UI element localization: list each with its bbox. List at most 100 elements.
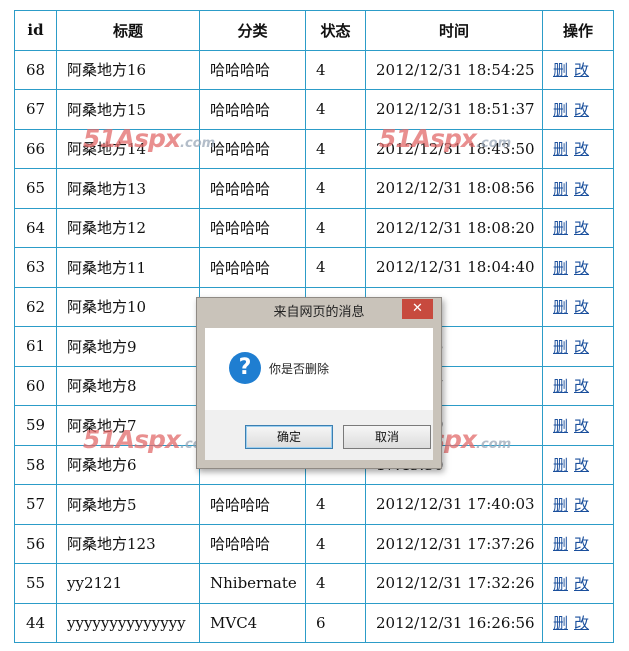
cell-title: 阿桑地方6	[56, 444, 200, 485]
cell-title: 阿桑地方11	[56, 247, 200, 288]
delete-link[interactable]: 删	[553, 101, 568, 119]
cell-status: 4	[305, 128, 366, 169]
cell-title: 阿桑地方15	[56, 89, 200, 130]
cell-id: 67	[14, 89, 57, 130]
delete-link[interactable]: 删	[553, 417, 568, 435]
delete-link[interactable]: 删	[553, 259, 568, 277]
column-header-title: 标题	[56, 10, 200, 51]
cell-ops: 删改	[542, 523, 614, 564]
dialog-message: 你是否删除	[269, 362, 330, 376]
table-row: 63 阿桑地方11 哈哈哈哈 4 2012/12/31 18:04:40 删改	[14, 247, 614, 288]
table-row: 44 yyyyyyyyyyyyyy MVC4 6 2012/12/31 16:26:56…	[14, 602, 614, 643]
cell-category: 哈哈哈哈	[199, 168, 306, 209]
delete-link[interactable]: 删	[553, 377, 568, 395]
edit-link[interactable]: 改	[574, 180, 589, 198]
cell-id: 60	[14, 365, 57, 406]
table-row: 64 阿桑地方12 哈哈哈哈 4 2012/12/31 18:08:20 删改	[14, 207, 614, 248]
cell-category: Nhibernate	[199, 563, 306, 604]
cell-id: 66	[14, 128, 57, 169]
cell-title: 阿桑地方8	[56, 365, 200, 406]
table-row: 65 阿桑地方13 哈哈哈哈 4 2012/12/31 18:08:56 删改	[14, 168, 614, 209]
cell-time: 2012/12/31 18:04:40	[365, 247, 543, 288]
cell-title: yyyyyyyyyyyyyy	[56, 602, 200, 643]
cell-status: 4	[305, 207, 366, 248]
cell-id: 62	[14, 286, 57, 327]
cell-id: 64	[14, 207, 57, 248]
cell-ops: 删改	[542, 405, 614, 446]
edit-link[interactable]: 改	[574, 61, 589, 79]
column-header-status: 状态	[305, 10, 366, 51]
cell-time: 2012/12/31 17:32:26	[365, 563, 543, 604]
edit-link[interactable]: 改	[574, 338, 589, 356]
cell-category: 哈哈哈哈	[199, 207, 306, 248]
delete-link[interactable]: 删	[553, 456, 568, 474]
delete-link[interactable]: 删	[553, 338, 568, 356]
cell-status: 4	[305, 523, 366, 564]
ok-button[interactable]: 确定	[245, 425, 333, 449]
edit-link[interactable]: 改	[574, 298, 589, 316]
delete-link[interactable]: 删	[553, 535, 568, 553]
edit-link[interactable]: 改	[574, 535, 589, 553]
cell-title: 阿桑地方9	[56, 326, 200, 367]
delete-link[interactable]: 删	[553, 61, 568, 79]
edit-link[interactable]: 改	[574, 456, 589, 474]
cell-time: 2012/12/31 18:43:50	[365, 128, 543, 169]
edit-link[interactable]: 改	[574, 496, 589, 514]
delete-link[interactable]: 删	[553, 575, 568, 593]
cell-id: 59	[14, 405, 57, 446]
dialog-body: ? 你是否删除	[205, 328, 433, 410]
delete-link[interactable]: 删	[553, 180, 568, 198]
cell-id: 56	[14, 523, 57, 564]
cell-id: 55	[14, 563, 57, 604]
cell-category: 哈哈哈哈	[199, 523, 306, 564]
cell-time: 2012/12/31 18:08:56	[365, 168, 543, 209]
cell-category: 哈哈哈哈	[199, 49, 306, 90]
column-header-category: 分类	[199, 10, 306, 51]
table-header-row: id 标题 分类 状态 时间 操作	[14, 10, 614, 51]
cell-title: 阿桑地方12	[56, 207, 200, 248]
cancel-button[interactable]: 取消	[343, 425, 431, 449]
cell-category: 哈哈哈哈	[199, 128, 306, 169]
cell-ops: 删改	[542, 207, 614, 248]
cell-category: MVC4	[199, 602, 306, 643]
delete-link[interactable]: 删	[553, 219, 568, 237]
cell-status: 4	[305, 89, 366, 130]
table-row: 66 阿桑地方14 哈哈哈哈 4 2012/12/31 18:43:50 删改	[14, 128, 614, 169]
cell-title: 阿桑地方10	[56, 286, 200, 327]
cell-id: 61	[14, 326, 57, 367]
delete-link[interactable]: 删	[553, 496, 568, 514]
cell-ops: 删改	[542, 602, 614, 643]
edit-link[interactable]: 改	[574, 219, 589, 237]
cell-ops: 删改	[542, 128, 614, 169]
cell-status: 4	[305, 484, 366, 525]
cell-ops: 删改	[542, 247, 614, 288]
cell-title: 阿桑地方5	[56, 484, 200, 525]
cell-title: 阿桑地方7	[56, 405, 200, 446]
delete-link[interactable]: 删	[553, 614, 568, 632]
cell-id: 57	[14, 484, 57, 525]
table-row: 56 阿桑地方123 哈哈哈哈 4 2012/12/31 17:37:26 删改	[14, 523, 614, 564]
close-icon: ✕	[412, 301, 423, 316]
confirm-dialog: 来自网页的消息 ✕ ? 你是否删除 确定 取消	[196, 297, 442, 469]
question-icon: ?	[229, 352, 261, 384]
edit-link[interactable]: 改	[574, 101, 589, 119]
cell-title: 阿桑地方123	[56, 523, 200, 564]
delete-link[interactable]: 删	[553, 140, 568, 158]
cell-title: yy2121	[56, 563, 200, 604]
cell-time: 2012/12/31 18:51:37	[365, 89, 543, 130]
column-header-id: id	[14, 10, 57, 51]
cell-title: 阿桑地方16	[56, 49, 200, 90]
close-button[interactable]: ✕	[402, 299, 433, 319]
cell-status: 4	[305, 563, 366, 604]
edit-link[interactable]: 改	[574, 140, 589, 158]
cell-time: 2012/12/31 16:26:56	[365, 602, 543, 643]
cell-status: 4	[305, 247, 366, 288]
edit-link[interactable]: 改	[574, 377, 589, 395]
edit-link[interactable]: 改	[574, 575, 589, 593]
delete-link[interactable]: 删	[553, 298, 568, 316]
cell-id: 65	[14, 168, 57, 209]
edit-link[interactable]: 改	[574, 614, 589, 632]
edit-link[interactable]: 改	[574, 417, 589, 435]
edit-link[interactable]: 改	[574, 259, 589, 277]
cell-category: 哈哈哈哈	[199, 484, 306, 525]
